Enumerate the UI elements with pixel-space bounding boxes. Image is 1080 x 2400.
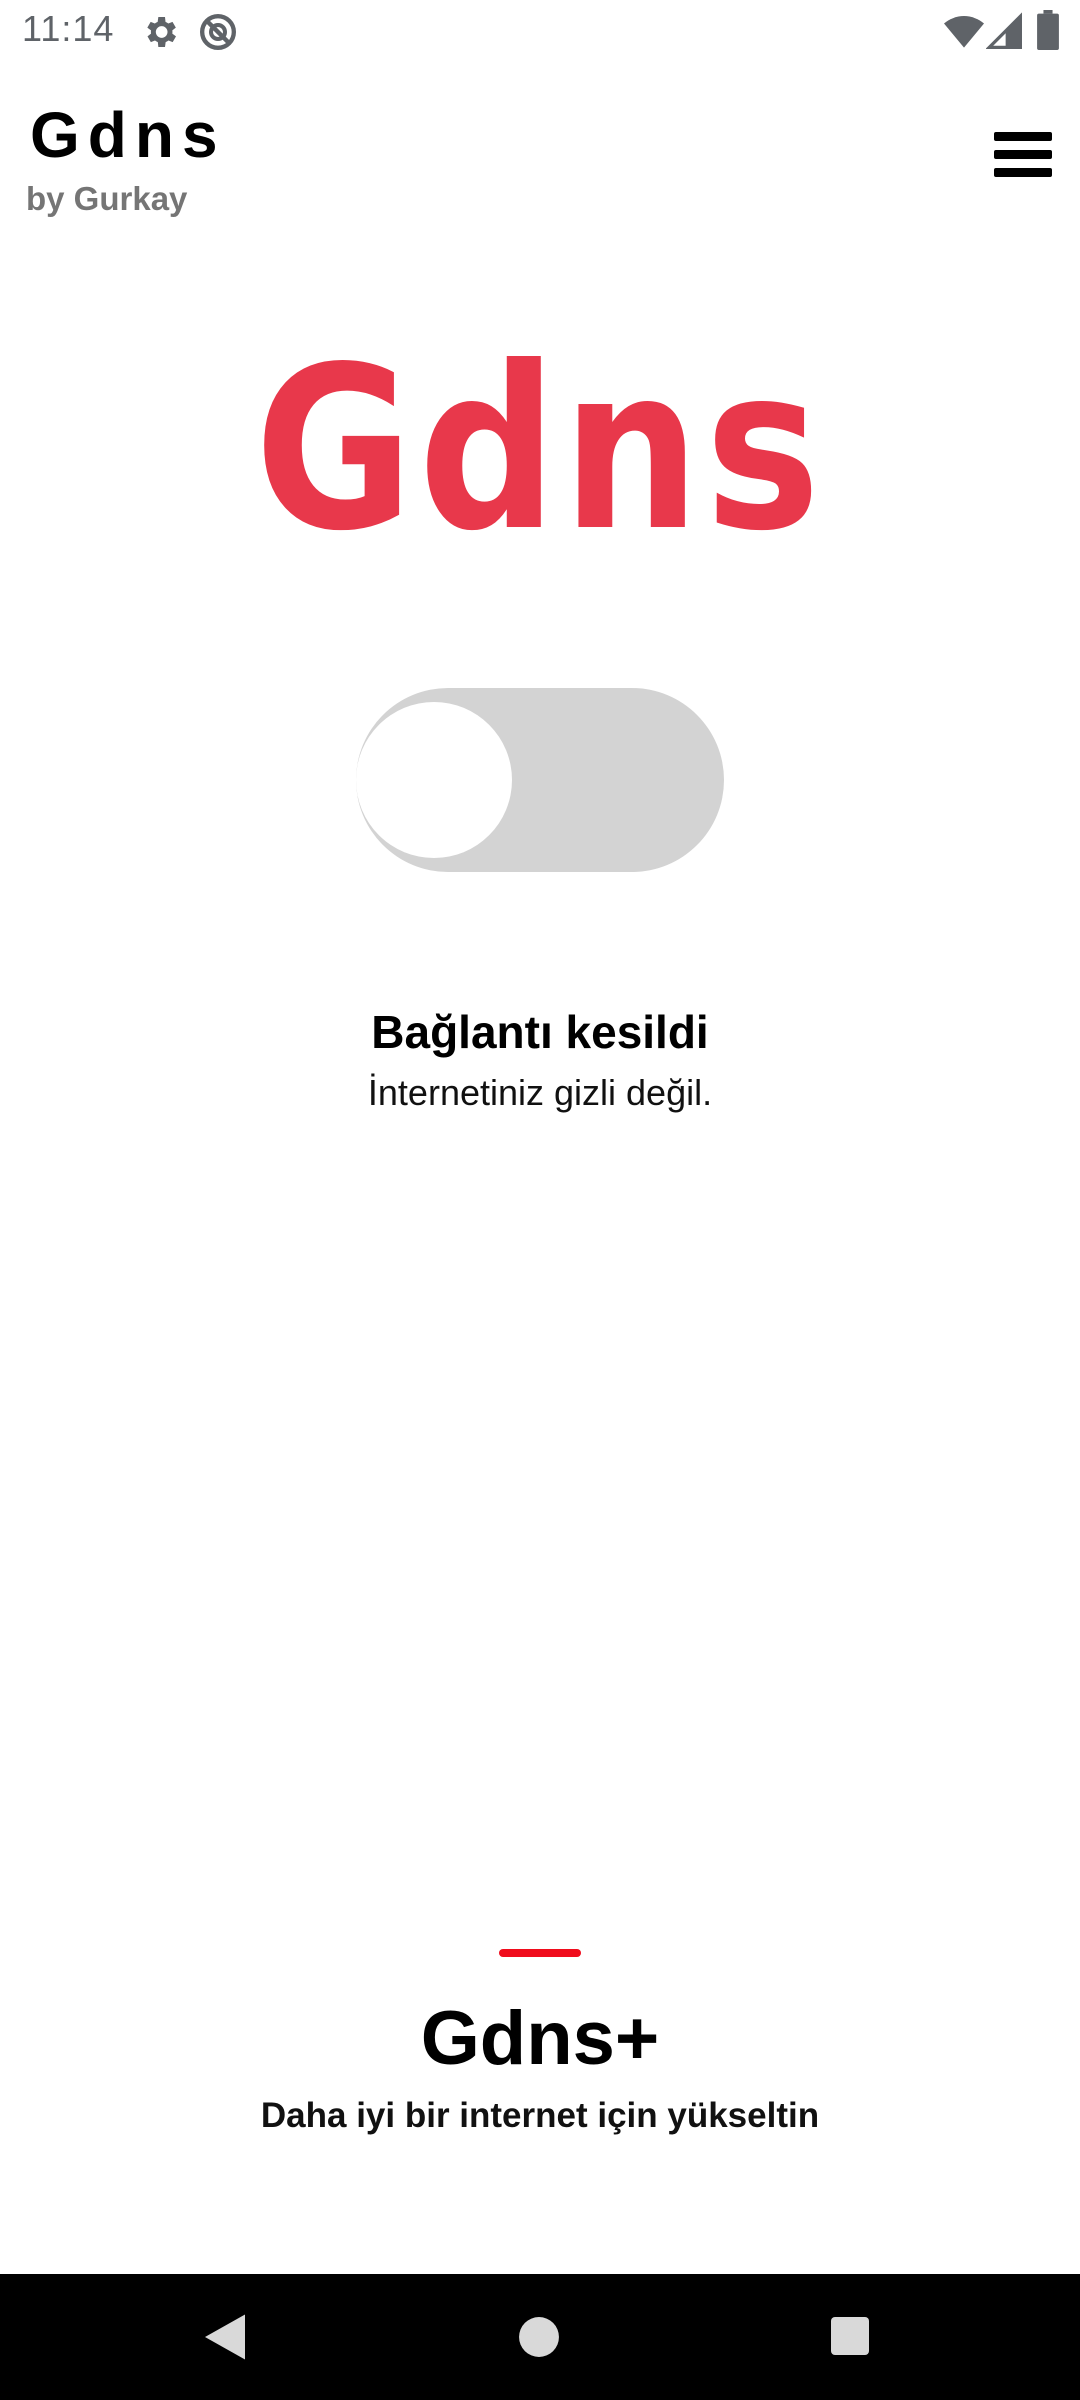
connection-status-subtitle: İnternetiniz gizli değil. [367, 1072, 713, 1113]
app-title: Gdns [30, 99, 226, 171]
navigation-bar [0, 2274, 1080, 2400]
app-logo: Gdns [254, 319, 826, 581]
app-subtitle: by Gurkay [26, 180, 188, 217]
hamburger-menu-icon[interactable] [986, 124, 1056, 184]
back-icon[interactable] [200, 2312, 250, 2362]
do-not-disturb-icon [200, 14, 236, 50]
battery-icon [1037, 10, 1059, 50]
signal-icon [986, 12, 1022, 49]
recents-icon[interactable] [830, 2316, 870, 2356]
gear-icon [147, 17, 176, 47]
connection-status-title: Bağlantı kesildi [371, 1006, 709, 1058]
status-time: 11:14 [22, 8, 115, 49]
connection-toggle[interactable] [356, 688, 724, 872]
toggle-knob [356, 702, 512, 858]
upgrade-title[interactable]: Gdns+ [0, 1995, 1080, 2082]
home-icon[interactable] [518, 2316, 560, 2358]
upgrade-accent-bar [499, 1949, 581, 1957]
upgrade-subtitle: Daha iyi bir internet için yükseltin [260, 2096, 820, 2135]
status-bar: 11:14 [0, 0, 1080, 64]
wifi-icon [944, 16, 984, 48]
